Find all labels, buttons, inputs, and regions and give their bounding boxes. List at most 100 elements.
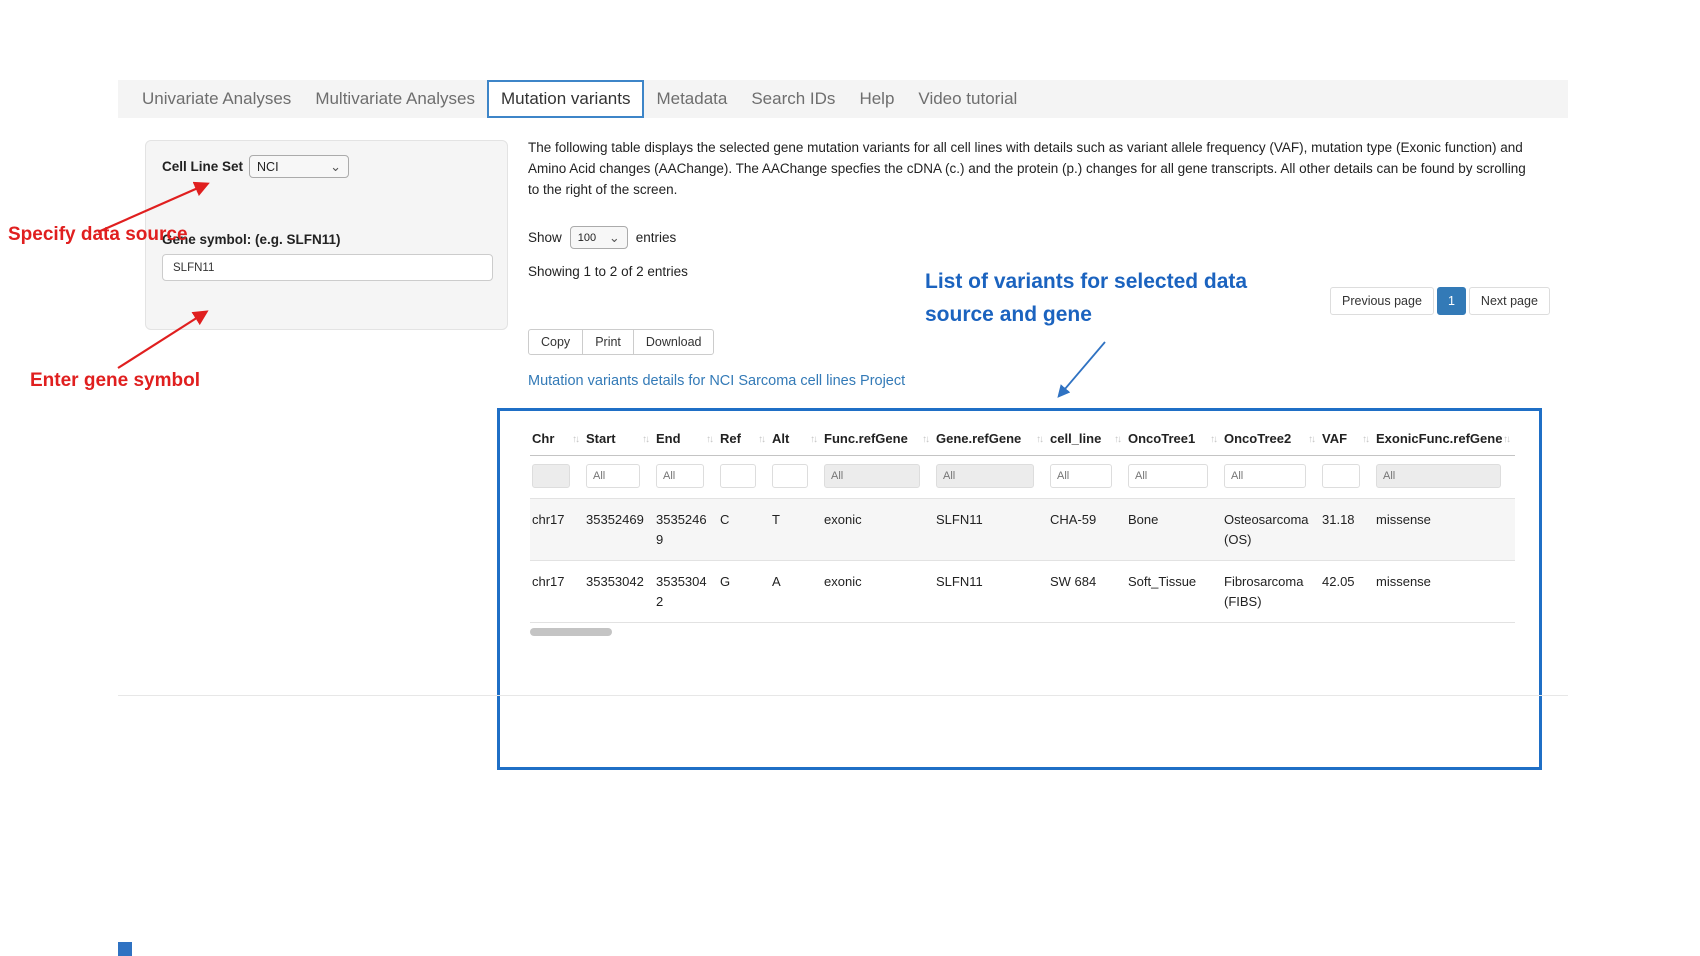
filter-cell-line[interactable] — [1050, 464, 1112, 488]
sort-icon: ↑↓ — [1036, 434, 1042, 445]
filter-ref[interactable] — [720, 464, 756, 488]
table-cell: chr17 — [530, 499, 584, 561]
description-text: The following table displays the selecte… — [528, 138, 1526, 201]
sort-icon: ↑↓ — [1503, 434, 1509, 445]
filter-vaf[interactable] — [1322, 464, 1360, 488]
cell-line-set-value: NCI — [257, 160, 279, 174]
table-row: chr17 35352469 35352469 C T exonic SLFN1… — [530, 499, 1515, 561]
filter-gene-refgene[interactable] — [936, 464, 1034, 488]
sort-icon: ↑↓ — [758, 434, 764, 445]
sort-icon: ↑↓ — [1308, 434, 1314, 445]
annotation-variants-list-line2: source and gene — [925, 299, 1247, 332]
table-cell: A — [770, 561, 822, 623]
table-caption: Mutation variants details for NCI Sarcom… — [528, 373, 905, 389]
column-header-gene-refgene[interactable]: ↑↓Gene.refGene — [934, 419, 1048, 456]
entries-label: entries — [636, 230, 677, 245]
column-header-vaf[interactable]: ↑↓VAF — [1320, 419, 1374, 456]
content-divider — [118, 695, 1568, 696]
tab-search-ids[interactable]: Search IDs — [739, 80, 847, 118]
header-row: ↑↓Chr ↑↓Start ↑↓End ↑↓Ref ↑↓Alt ↑↓Func.r… — [530, 419, 1515, 456]
tab-mutation-variants[interactable]: Mutation variants — [487, 80, 644, 118]
table-cell: 35353042 — [654, 561, 718, 623]
tab-multivariate-analyses[interactable]: Multivariate Analyses — [303, 80, 487, 118]
sort-icon: ↑↓ — [572, 434, 578, 445]
red-arrow-to-input — [108, 303, 218, 375]
export-buttons: Copy Print Download — [528, 329, 713, 355]
column-header-end[interactable]: ↑↓End — [654, 419, 718, 456]
table-cell: 42.05 — [1320, 561, 1374, 623]
variants-table: ↑↓Chr ↑↓Start ↑↓End ↑↓Ref ↑↓Alt ↑↓Func.r… — [530, 419, 1515, 623]
filter-oncotree2[interactable] — [1224, 464, 1306, 488]
table-cell: 35352469 — [584, 499, 654, 561]
copy-button[interactable]: Copy — [528, 329, 583, 355]
table-cell: G — [718, 561, 770, 623]
filter-start[interactable] — [586, 464, 640, 488]
column-header-oncotree1[interactable]: ↑↓OncoTree1 — [1126, 419, 1222, 456]
show-label: Show — [528, 230, 562, 245]
page-length-select[interactable]: 100 ⌄ — [570, 226, 628, 249]
filter-oncotree1[interactable] — [1128, 464, 1208, 488]
column-header-exonicfunc-refgene[interactable]: ↑↓ExonicFunc.refGene — [1374, 419, 1515, 456]
page-1-button[interactable]: 1 — [1437, 287, 1466, 315]
table-cell: SLFN11 — [934, 499, 1048, 561]
table-cell: exonic — [822, 561, 934, 623]
chevron-down-icon: ⌄ — [330, 163, 341, 171]
column-header-alt[interactable]: ↑↓Alt — [770, 419, 822, 456]
table-cell: 35352469 — [654, 499, 718, 561]
sort-icon: ↑↓ — [810, 434, 816, 445]
print-button[interactable]: Print — [582, 329, 634, 355]
scrollbar-thumb[interactable] — [530, 628, 612, 636]
column-header-ref[interactable]: ↑↓Ref — [718, 419, 770, 456]
sort-icon: ↑↓ — [1210, 434, 1216, 445]
table-cell: C — [718, 499, 770, 561]
pagination: Previous page 1 Next page — [1330, 287, 1550, 315]
table-cell: 31.18 — [1320, 499, 1374, 561]
cell-line-set-select[interactable]: NCI ⌄ — [249, 155, 349, 178]
annotation-variants-list: List of variants for selected data sourc… — [925, 266, 1247, 331]
column-header-cell-line[interactable]: ↑↓cell_line — [1048, 419, 1126, 456]
table-cell: Fibrosarcoma (FIBS) — [1222, 561, 1320, 623]
horizontal-scrollbar[interactable] — [530, 628, 1515, 636]
main-nav: Univariate Analyses Multivariate Analyse… — [118, 80, 1568, 118]
column-header-oncotree2[interactable]: ↑↓OncoTree2 — [1222, 419, 1320, 456]
table-cell: SLFN11 — [934, 561, 1048, 623]
sort-icon: ↑↓ — [1362, 434, 1368, 445]
tab-video-tutorial[interactable]: Video tutorial — [906, 80, 1029, 118]
previous-page-button[interactable]: Previous page — [1330, 287, 1434, 315]
blue-arrow-to-table — [1045, 336, 1117, 406]
sort-icon: ↑↓ — [706, 434, 712, 445]
filter-alt[interactable] — [772, 464, 808, 488]
filter-row — [530, 456, 1515, 499]
sort-icon: ↑↓ — [642, 434, 648, 445]
table-cell: CHA-59 — [1048, 499, 1126, 561]
red-arrow-to-dropdown — [90, 172, 220, 242]
tab-univariate-analyses[interactable]: Univariate Analyses — [130, 80, 303, 118]
chevron-down-icon: ⌄ — [609, 234, 620, 242]
table-cell: exonic — [822, 499, 934, 561]
download-button[interactable]: Download — [633, 329, 715, 355]
filter-chr[interactable] — [532, 464, 570, 488]
gene-symbol-input[interactable] — [162, 254, 493, 281]
next-page-button[interactable]: Next page — [1469, 287, 1550, 315]
table-cell: SW 684 — [1048, 561, 1126, 623]
page-length-control: Show 100 ⌄ entries — [528, 226, 676, 249]
table-cell: missense — [1374, 561, 1515, 623]
filter-end[interactable] — [656, 464, 704, 488]
table-cell: T — [770, 499, 822, 561]
sort-icon: ↑↓ — [1114, 434, 1120, 445]
column-header-func-refgene[interactable]: ↑↓Func.refGene — [822, 419, 934, 456]
tab-metadata[interactable]: Metadata — [644, 80, 739, 118]
page-length-value: 100 — [578, 232, 596, 244]
filter-func-refgene[interactable] — [824, 464, 920, 488]
tab-help[interactable]: Help — [847, 80, 906, 118]
showing-info: Showing 1 to 2 of 2 entries — [528, 264, 688, 279]
column-header-start[interactable]: ↑↓Start — [584, 419, 654, 456]
bottom-left-blue-fragment — [118, 942, 132, 956]
column-header-chr[interactable]: ↑↓Chr — [530, 419, 584, 456]
page: Univariate Analyses Multivariate Analyse… — [0, 0, 1700, 956]
table-cell: Osteosarcoma (OS) — [1222, 499, 1320, 561]
table-cell: chr17 — [530, 561, 584, 623]
filter-exonicfunc-refgene[interactable] — [1376, 464, 1501, 488]
table-cell: Soft_Tissue — [1126, 561, 1222, 623]
table-row: chr17 35353042 35353042 G A exonic SLFN1… — [530, 561, 1515, 623]
